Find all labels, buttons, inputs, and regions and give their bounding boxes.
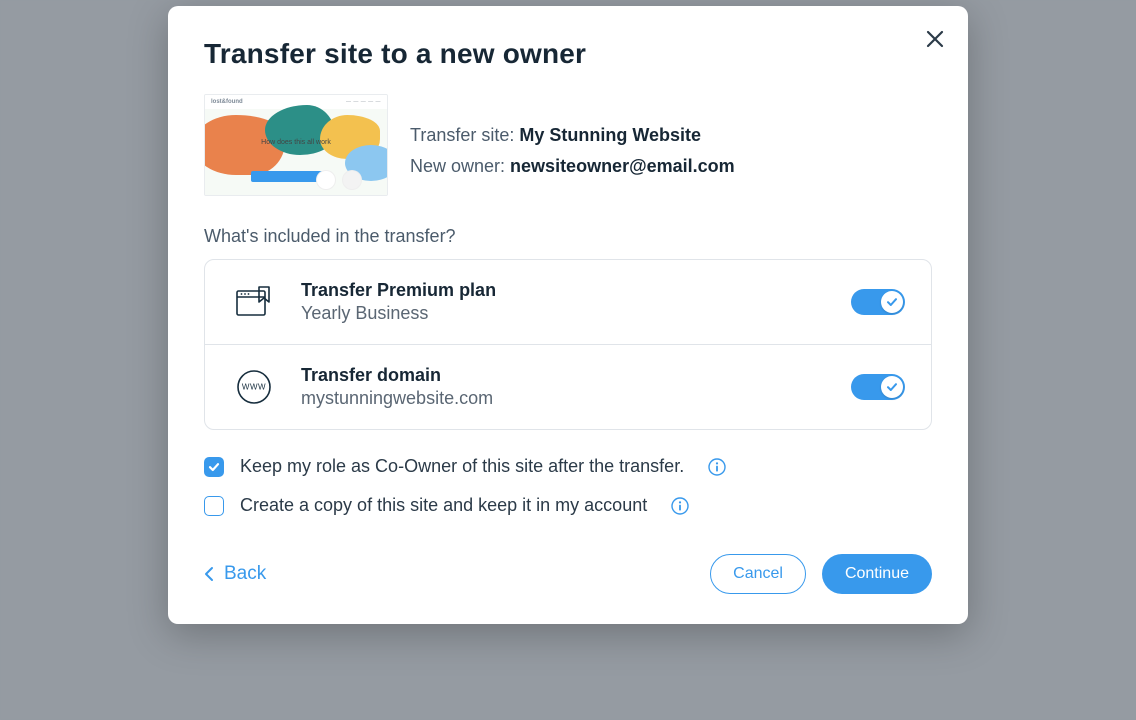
- check-icon: [886, 381, 898, 393]
- keep-role-info[interactable]: [708, 458, 726, 476]
- domain-icon: WWW: [236, 369, 272, 405]
- new-owner-email: newsiteowner@email.com: [510, 156, 735, 176]
- transfer-site-modal: Transfer site to a new owner lost&found—…: [168, 6, 968, 624]
- plan-toggle[interactable]: [851, 289, 905, 315]
- check-icon: [886, 296, 898, 308]
- domain-sub: mystunningwebsite.com: [301, 388, 493, 409]
- keep-role-checkbox[interactable]: [204, 457, 224, 477]
- create-copy-info[interactable]: [671, 497, 689, 515]
- back-button[interactable]: Back: [204, 563, 266, 585]
- site-name: My Stunning Website: [519, 125, 701, 145]
- info-icon: [671, 497, 689, 515]
- create-copy-label: Create a copy of this site and keep it i…: [240, 495, 647, 516]
- cancel-button[interactable]: Cancel: [710, 554, 806, 594]
- svg-text:WWW: WWW: [242, 383, 266, 392]
- transfer-item-plan: Transfer Premium plan Yearly Business: [205, 260, 931, 344]
- transfer-site-label: Transfer site:: [410, 125, 519, 145]
- info-icon: [708, 458, 726, 476]
- create-copy-checkbox[interactable]: [204, 496, 224, 516]
- site-thumbnail: lost&found— — — — — How does this all wo…: [204, 94, 388, 196]
- modal-title: Transfer site to a new owner: [204, 38, 932, 70]
- close-button[interactable]: [926, 30, 944, 48]
- new-owner-label: New owner:: [410, 156, 510, 176]
- keep-role-option: Keep my role as Co-Owner of this site af…: [204, 456, 932, 477]
- continue-button[interactable]: Continue: [822, 554, 932, 594]
- check-icon: [208, 461, 220, 473]
- create-copy-option: Create a copy of this site and keep it i…: [204, 495, 932, 516]
- back-label: Back: [224, 563, 266, 585]
- transfer-items-card: Transfer Premium plan Yearly Business WW…: [204, 259, 932, 430]
- plan-sub: Yearly Business: [301, 303, 496, 324]
- plan-icon: [236, 286, 272, 318]
- included-label: What's included in the transfer?: [204, 226, 932, 247]
- transfer-item-domain: WWW Transfer domain mystunningwebsite.co…: [205, 344, 931, 429]
- domain-toggle[interactable]: [851, 374, 905, 400]
- plan-title: Transfer Premium plan: [301, 280, 496, 301]
- close-icon: [926, 30, 944, 48]
- site-meta: Transfer site: My Stunning Website New o…: [410, 94, 735, 181]
- chevron-left-icon: [204, 566, 214, 582]
- domain-title: Transfer domain: [301, 365, 493, 386]
- keep-role-label: Keep my role as Co-Owner of this site af…: [240, 456, 684, 477]
